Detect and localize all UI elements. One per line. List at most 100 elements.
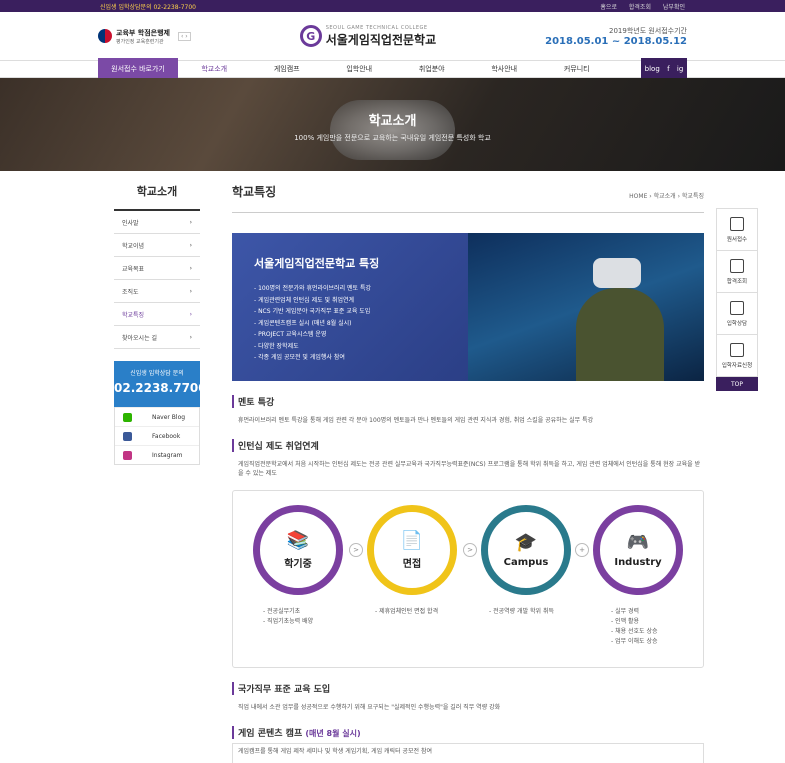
facebook-icon[interactable]: f (667, 65, 669, 73)
sidebar-item-greeting[interactable]: 인사말 › (114, 211, 200, 234)
sns-instagram[interactable]: Instagram (115, 445, 199, 464)
flow-step-semester: 📚 학기중 (253, 505, 343, 595)
section-desc: 휴먼라이브러리 멘토 특강을 통해 게임 관련 각 분야 100명의 멘토들과 … (238, 417, 594, 424)
chevron-right-icon: > (349, 543, 363, 557)
feature-item: - NCS 기반 게임분야 국가직무 표준 교육 도입 (254, 308, 371, 315)
gov-arrows-icon[interactable]: ‹ › (177, 31, 191, 41)
sidebar: 학교소개 인사말 › 학교이념 › 교육목표 › 조직도 › 학교특징 › 찾아오시는 길… (114, 183, 207, 465)
flow-step-industry: 🎮 Industry (593, 505, 683, 595)
sns-facebook[interactable]: Facebook (115, 426, 199, 445)
top-button[interactable]: TOP (716, 377, 758, 391)
pen-doc-icon (730, 216, 744, 231)
page-title: 학교특징 (232, 185, 277, 199)
home-link[interactable]: 홈으로 (600, 4, 617, 11)
feature-banner: 서울게임직업전문학교 특징 - 100명의 전문가와 휴먼라이브러리 멘토 특강… (232, 233, 704, 381)
flow-bullets-interview: - 제휴업체인턴 면접 합격 (375, 608, 439, 615)
social-bar: blog f ig (641, 58, 687, 79)
facebook-icon (123, 431, 132, 441)
breadcrumb-current: 학교특징 (681, 193, 704, 200)
sns-list: Naver Blog Facebook Instagram (114, 407, 200, 465)
graduation-cap-icon: 🎓 (514, 532, 538, 553)
period-value: 2018.05.01 ~ 2018.05.12 (545, 35, 687, 47)
apply-button[interactable]: 원서접수 바로가기 (98, 58, 178, 79)
hero-banner: 학교소개 100% 게임만을 전문으로 교육하는 국내유일 게임전문 특성화 학… (0, 78, 785, 171)
consult-label: 신입생 입학상담 문의 (130, 370, 184, 377)
chat-icon (730, 300, 744, 315)
hero-sub: 100% 게임만을 전문으로 교육하는 국내유일 게임전문 특성화 학교 (294, 134, 491, 142)
nav-item-admission[interactable]: 입학안내 (323, 61, 396, 77)
sidebar-item-directions[interactable]: 찾아오시는 길 › (114, 326, 200, 349)
section-title: 게임 콘텐츠 캠프 (매년 8월 실시) (232, 726, 704, 739)
chevron-right-icon: › (189, 218, 192, 226)
section-mentor: 멘토 특강 휴먼라이브러리 멘토 특강을 통해 게임 관련 각 분야 100명의… (232, 395, 704, 425)
sidebar-item-ideology[interactable]: 학교이념 › (114, 234, 200, 257)
chevron-right-icon: › (189, 310, 192, 318)
quick-result[interactable]: 합격조회 (717, 251, 757, 293)
gov-badge: 교육부 학점은행제 평가인정 교육훈련기관 ‹ › (98, 28, 191, 45)
school-logo[interactable]: G SEOUL GAME TECHNICAL COLLEGE 서울게임직업전문학… (299, 25, 437, 48)
flow-step-interview: 📄 면접 (367, 505, 457, 595)
blog-icon[interactable]: blog (645, 65, 660, 73)
chevron-right-icon: › (189, 287, 192, 295)
nav-item-camp[interactable]: 게임캠프 (251, 61, 324, 77)
breadcrumb-about[interactable]: 학교소개 (654, 193, 676, 200)
page-header: 학교특징 HOME › 학교소개 › 학교특징 (232, 183, 704, 213)
gov-title: 교육부 학점은행제 (116, 28, 170, 37)
books-icon: 📚 (286, 530, 310, 551)
payment-link[interactable]: 납부확인 (663, 4, 685, 11)
quick-docs[interactable]: 입학자료신청 (717, 335, 757, 377)
chevron-right-icon: › (189, 241, 192, 249)
nav-item-about[interactable]: 학교소개 (178, 61, 251, 77)
nav-item-community[interactable]: 커뮤니티 (541, 61, 614, 77)
hero-title: 학교소개 (368, 114, 417, 129)
soldier-shape (576, 288, 664, 381)
naver-blog-icon (123, 412, 132, 422)
main-content: 학교특징 HOME › 학교소개 › 학교특징 서울게임직업전문학교 특징 - … (232, 183, 704, 756)
instagram-icon[interactable]: ig (677, 65, 683, 73)
section-title: 국가직무 표준 교육 도입 (232, 682, 704, 695)
feature-item: - PROJECT 교육시스템 운영 (254, 331, 327, 338)
logo-ko: 서울게임직업전문학교 (325, 32, 437, 47)
nav-item-career[interactable]: 취업분야 (396, 61, 469, 77)
section-desc: 게임직업전문학교에서 처음 시작하는 인턴십 제도는 전공 관련 실무교육과 국… (238, 461, 701, 477)
section-desc: 직업 내에서 소관 업무를 성공적으로 수행하기 위해 요구되는 "실제적인 수… (238, 704, 501, 711)
breadcrumb-home[interactable]: HOME (629, 193, 647, 200)
feature-item: - 게임관련업체 인턴십 제도 및 취업연계 (254, 296, 355, 304)
camp-content-box (232, 743, 704, 763)
result-link[interactable]: 합격조회 (629, 4, 651, 11)
consult-phone-text: 신입생 입학상담문의 02-2238-7700 (100, 3, 196, 11)
sidebar-item-goals[interactable]: 교육목표 › (114, 257, 200, 280)
sns-naver-blog[interactable]: Naver Blog (115, 407, 199, 426)
gov-emblem-icon (98, 29, 112, 43)
menu: 학교소개 게임캠프 입학안내 취업분야 학사안내 커뮤니티 (178, 61, 613, 77)
section-title: 멘토 특강 (232, 395, 704, 408)
period-label: 2019학년도 원서접수기간 (609, 26, 687, 35)
feature-text: 서울게임직업전문학교 특징 - 100명의 전문가와 휴먼라이브러리 멘토 특강… (232, 233, 468, 381)
header: 교육부 학점은행제 평가인정 교육훈련기관 ‹ › G SEOUL GAME T… (0, 12, 785, 60)
flow-bullets-semester: - 전공실무기초 - 직업기초능력 배양 (263, 608, 314, 625)
nav-item-academic[interactable]: 학사안내 (468, 61, 541, 77)
consult-box: 신입생 입학상담 문의 02.2238.7700 (114, 361, 207, 407)
section-ncs: 국가직무 표준 교육 도입 직업 내에서 소관 업무를 성공적으로 수행하기 위… (232, 682, 704, 712)
plus-icon: + (575, 543, 589, 557)
breadcrumb: HOME › 학교소개 › 학교특징 (629, 193, 704, 200)
books-icon (730, 342, 744, 357)
feature-item: - 게임콘텐츠캠프 실시 (매년 8월 실시) (254, 319, 352, 327)
document-icon: 📄 (400, 530, 424, 551)
sidebar-title: 학교소개 (114, 183, 200, 211)
instagram-icon (123, 450, 132, 460)
section-title: 인턴십 제도 취업연계 (232, 439, 704, 452)
sidebar-item-org[interactable]: 조직도 › (114, 280, 200, 303)
top-bar: 신입생 입학상담문의 02-2238-7700 홈으로 합격조회 납부확인 (0, 0, 785, 12)
sidebar-item-features[interactable]: 학교특징 › (114, 303, 200, 326)
feature-title: 서울게임직업전문학교 특징 (254, 257, 380, 270)
section-intern: 인턴십 제도 취업연계 게임직업전문학교에서 처음 시작하는 인턴십 제도는 전… (232, 439, 704, 668)
flow-bullets-industry: - 실무 경력 - 인맥 활용 - 채용 선호도 상승 - 업무 이해도 상승 (611, 608, 658, 645)
chevron-right-icon: › (189, 264, 192, 272)
chevron-right-icon: › (189, 333, 192, 341)
quick-apply[interactable]: 원서접수 (717, 209, 757, 251)
search-doc-icon (730, 258, 744, 273)
quick-consult[interactable]: 입학상담 (717, 293, 757, 335)
flow-bullets-campus: - 전공역량 개발 학위 취득 (489, 608, 554, 615)
gov-sub: 평가인정 교육훈련기관 (116, 38, 164, 45)
